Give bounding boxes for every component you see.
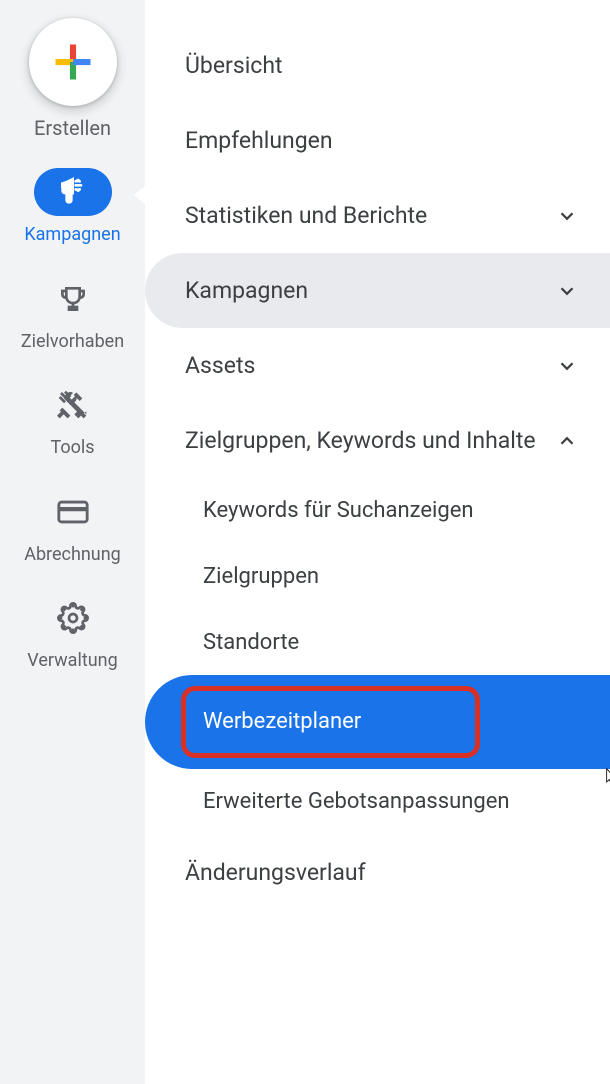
chevron-down-icon	[556, 205, 578, 227]
menu-item-kampagnen[interactable]: Kampagnen	[145, 253, 610, 328]
menu-item-assets[interactable]: Assets	[145, 328, 610, 403]
sidebar-item-label: Abrechnung	[24, 544, 121, 567]
submenu-item-keywords[interactable]: Keywords für Suchanzeigen	[145, 478, 610, 544]
sidebar-item-kampagnen[interactable]: Kampagnen	[0, 168, 145, 247]
sidebar-item-label: Verwaltung	[27, 650, 117, 673]
megaphone-icon	[57, 176, 89, 208]
highlight-box	[181, 686, 480, 758]
plus-icon	[52, 41, 94, 83]
menu-item-label: Zielgruppen, Keywords und Inhalte	[185, 425, 546, 456]
submenu-item-werbezeitplaner[interactable]: Werbezeitplaner	[145, 675, 610, 769]
gear-icon	[57, 602, 89, 634]
submenu-item-gebotsanpassungen[interactable]: Erweiterte Gebotsanpassungen	[145, 769, 610, 835]
sidebar-item-label: Tools	[50, 437, 94, 460]
submenu-label: Erweiterte Gebotsanpassungen	[203, 789, 510, 814]
sidebar-item-abrechnung[interactable]: Abrechnung	[0, 488, 145, 567]
sidebar-item-tools[interactable]: Tools	[0, 381, 145, 460]
submenu-label: Keywords für Suchanzeigen	[203, 498, 474, 523]
menu-item-label: Assets	[185, 350, 265, 381]
sidebar-item-label: Zielvorhaben	[21, 331, 124, 354]
create-button[interactable]: Erstellen	[29, 18, 117, 140]
trophy-icon	[57, 283, 89, 315]
create-circle	[29, 18, 117, 106]
submenu-item-standorte[interactable]: Standorte	[145, 610, 610, 676]
chevron-down-icon	[556, 355, 578, 377]
menu-panel: Übersicht Empfehlungen Statistiken und B…	[145, 0, 610, 1084]
sidebar-item-zielvorhaben[interactable]: Zielvorhaben	[0, 275, 145, 354]
submenu-label: Standorte	[203, 630, 299, 655]
menu-item-label: Kampagnen	[185, 275, 318, 306]
menu-item-empfehlungen[interactable]: Empfehlungen	[145, 103, 610, 178]
tools-icon	[57, 389, 89, 421]
menu-item-zielgruppen[interactable]: Zielgruppen, Keywords und Inhalte	[145, 403, 610, 478]
submenu-item-zielgruppen[interactable]: Zielgruppen	[145, 544, 610, 610]
menu-item-label: Übersicht	[185, 50, 293, 81]
menu-item-label: Statistiken und Berichte	[185, 200, 437, 231]
sidebar-left: Erstellen Kampagnen Zi	[0, 0, 145, 1084]
menu-item-aenderungsverlauf[interactable]: Änderungsverlauf	[145, 835, 610, 910]
credit-card-icon	[56, 495, 90, 529]
chevron-up-icon	[556, 430, 578, 452]
chevron-down-icon	[556, 280, 578, 302]
menu-item-label: Empfehlungen	[185, 125, 343, 156]
cursor-icon	[600, 765, 610, 789]
menu-item-uebersicht[interactable]: Übersicht	[145, 28, 610, 103]
create-label: Erstellen	[34, 116, 111, 140]
menu-item-statistiken[interactable]: Statistiken und Berichte	[145, 178, 610, 253]
sidebar-item-verwaltung[interactable]: Verwaltung	[0, 594, 145, 673]
submenu-label: Zielgruppen	[203, 564, 319, 589]
sidebar-item-label: Kampagnen	[24, 224, 120, 247]
menu-item-label: Änderungsverlauf	[185, 857, 376, 888]
